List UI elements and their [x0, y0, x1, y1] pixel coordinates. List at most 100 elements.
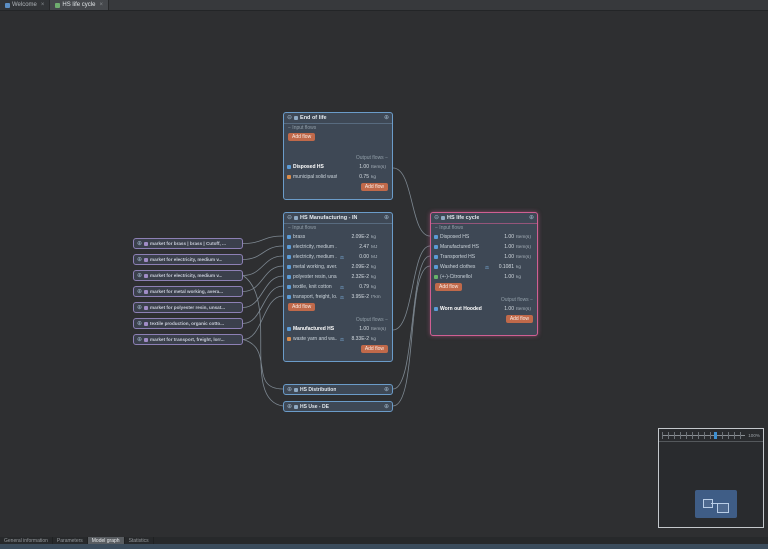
flow-row[interactable]: polyester resin, unsa... 2.32E-2 kg [284, 272, 392, 282]
node-header[interactable]: ⊖ HS Manufacturing - IN ⊕ [284, 213, 392, 224]
tab-model-graph[interactable]: Model graph [88, 537, 125, 544]
expand-icon[interactable]: ⊕ [384, 387, 389, 393]
process-icon [294, 116, 298, 120]
provider-icon: ⚖ [339, 337, 345, 342]
node-title: End of life [300, 115, 327, 121]
flow-row[interactable]: Manufactured HS 1.00 Item(s) [431, 242, 537, 252]
flow-row[interactable]: electricity, medium ... ⚖ 0.00 MJ [284, 252, 392, 262]
process-node-hs-manufacturing[interactable]: ⊖ HS Manufacturing - IN ⊕ − Input flows … [283, 212, 393, 362]
flow-row[interactable]: Disposed HS 1.00 Item(s) [284, 162, 392, 172]
flow-row[interactable]: municipal solid waste 0.75 kg [284, 172, 392, 182]
close-icon[interactable]: × [99, 2, 103, 8]
zoom-slider-handle[interactable] [714, 432, 717, 439]
expand-icon[interactable]: ⊕ [384, 215, 389, 221]
process-node-hs-life-cycle[interactable]: ⊖ HS life cycle ⊕ − Input flows Disposed… [430, 212, 538, 336]
collapse-icon[interactable]: ⊖ [434, 215, 439, 221]
add-input-flow-button[interactable]: Add flow [288, 133, 315, 141]
expand-icon[interactable]: ⊕ [384, 404, 389, 410]
provider-node-electricity-1[interactable]: ⊕ market for electricity, medium v... [133, 254, 243, 265]
node-header[interactable]: ⊖ HS life cycle ⊕ [431, 213, 537, 224]
expand-icon[interactable]: ⊕ [384, 115, 389, 121]
provider-label: market for metal working, avera... [150, 289, 223, 294]
expand-icon[interactable]: ⊕ [287, 387, 292, 393]
add-output-flow-button[interactable]: Add flow [361, 183, 388, 191]
expand-icon[interactable]: ⊕ [137, 273, 142, 279]
close-icon[interactable]: × [41, 2, 45, 8]
product-flow-icon [287, 265, 291, 269]
editor-tab-bar: Welcome × HS life cycle × [0, 0, 768, 11]
provider-node-transport[interactable]: ⊕ market for transport, freight, lorr... [133, 334, 243, 345]
add-output-row: Add flow [284, 182, 392, 192]
expand-icon[interactable]: ⊕ [137, 305, 142, 311]
product-flow-icon [434, 235, 438, 239]
provider-icon: ⚖ [339, 285, 345, 290]
tab-general-information[interactable]: General information [0, 537, 53, 544]
provider-node-electricity-2[interactable]: ⊕ market for electricity, medium v... [133, 270, 243, 281]
expand-icon[interactable]: ⊕ [137, 337, 142, 343]
welcome-tab-icon [5, 3, 10, 8]
provider-label: market for polyester resin, unsat... [150, 305, 225, 310]
flow-row[interactable]: waste yarn and wa... ⚖ 8.33E-2 kg [284, 334, 392, 344]
add-input-row: Add flow [431, 282, 537, 292]
collapse-icon[interactable]: ⊖ [287, 215, 292, 221]
add-input-flow-button[interactable]: Add flow [288, 303, 315, 311]
graph-overview-icon [695, 490, 737, 518]
flow-row[interactable]: (+-)-Citronellol 1.00 kg [431, 272, 537, 282]
add-output-flow-button[interactable]: Add flow [361, 345, 388, 353]
provider-node-metal-working[interactable]: ⊕ market for metal working, avera... [133, 286, 243, 297]
zoom-slider[interactable] [662, 432, 745, 439]
expand-icon[interactable]: ⊕ [137, 241, 142, 247]
expand-icon[interactable]: ⊕ [137, 257, 142, 263]
product-flow-icon [287, 295, 291, 299]
process-icon [144, 322, 148, 326]
minimap-viewport[interactable] [659, 442, 763, 527]
expand-icon[interactable]: ⊕ [287, 404, 292, 410]
process-icon [441, 216, 445, 220]
tab-hs-life-cycle[interactable]: HS life cycle × [50, 0, 109, 10]
process-node-hs-use-de[interactable]: ⊕ HS Use - DE ⊕ [283, 401, 393, 412]
process-node-hs-distribution[interactable]: ⊕ HS Distribution ⊕ [283, 384, 393, 395]
input-flows-label: − Input flows [284, 224, 392, 232]
tab-parameters[interactable]: Parameters [53, 537, 88, 544]
provider-label: market for transport, freight, lorr... [150, 337, 225, 342]
flow-row[interactable]: transport, freight, lo... ⚖ 3.95E-2 t*km [284, 292, 392, 302]
provider-node-brass[interactable]: ⊕ market for brass | brass | Cutoff, ... [133, 238, 243, 249]
provider-node-polyester-resin[interactable]: ⊕ market for polyester resin, unsat... [133, 302, 243, 313]
flow-row[interactable]: textile, knit cotton ⚖ 0.79 kg [284, 282, 392, 292]
expand-icon[interactable]: ⊕ [137, 321, 142, 327]
flow-row[interactable]: brass 2.09E-2 kg [284, 232, 392, 242]
collapse-icon[interactable]: ⊖ [287, 115, 292, 121]
flow-row[interactable]: Manufactured HS 1.00 Item(s) [284, 324, 392, 334]
zoom-slider-row: 100% [659, 429, 763, 442]
product-flow-icon [287, 245, 291, 249]
product-flow-icon [287, 255, 291, 259]
elementary-flow-icon [434, 275, 438, 279]
flow-row[interactable]: electricity, medium ... 2.47 MJ [284, 242, 392, 252]
node-header[interactable]: ⊖ End of life ⊕ [284, 113, 392, 124]
product-flow-icon [287, 275, 291, 279]
tab-statistics[interactable]: Statistics [125, 537, 154, 544]
waste-flow-icon [287, 175, 291, 179]
provider-node-textile-production[interactable]: ⊕ textile production, organic cotto... [133, 318, 243, 329]
provider-label: market for electricity, medium v... [150, 257, 222, 262]
provider-label: market for brass | brass | Cutoff, ... [150, 241, 226, 246]
process-icon [144, 258, 148, 262]
process-icon [144, 242, 148, 246]
flow-row[interactable]: Disposed HS 1.00 Item(s) [431, 232, 537, 242]
zoom-level-label: 100% [748, 433, 760, 438]
expand-icon[interactable]: ⊕ [529, 215, 534, 221]
flow-row[interactable]: Washed clothes ⚖ 0.1081 kg [431, 262, 537, 272]
add-input-flow-button[interactable]: Add flow [435, 283, 462, 291]
zoom-slider-ticks [662, 432, 745, 439]
product-flow-icon [287, 235, 291, 239]
tab-welcome-label: Welcome [12, 2, 37, 8]
process-node-end-of-life[interactable]: ⊖ End of life ⊕ − Input flows Add flow O… [283, 112, 393, 200]
flow-row[interactable]: metal working, aver... 2.09E-2 kg [284, 262, 392, 272]
add-output-row: Add flow [284, 344, 392, 354]
expand-icon[interactable]: ⊕ [137, 289, 142, 295]
tab-welcome[interactable]: Welcome × [0, 0, 50, 10]
add-output-flow-button[interactable]: Add flow [506, 315, 533, 323]
provider-label: market for electricity, medium v... [150, 273, 222, 278]
flow-row[interactable]: Transported HS 1.00 Item(s) [431, 252, 537, 262]
flow-row[interactable]: Worn out Hooded Swea... 1.00 Item(s) [431, 304, 537, 314]
